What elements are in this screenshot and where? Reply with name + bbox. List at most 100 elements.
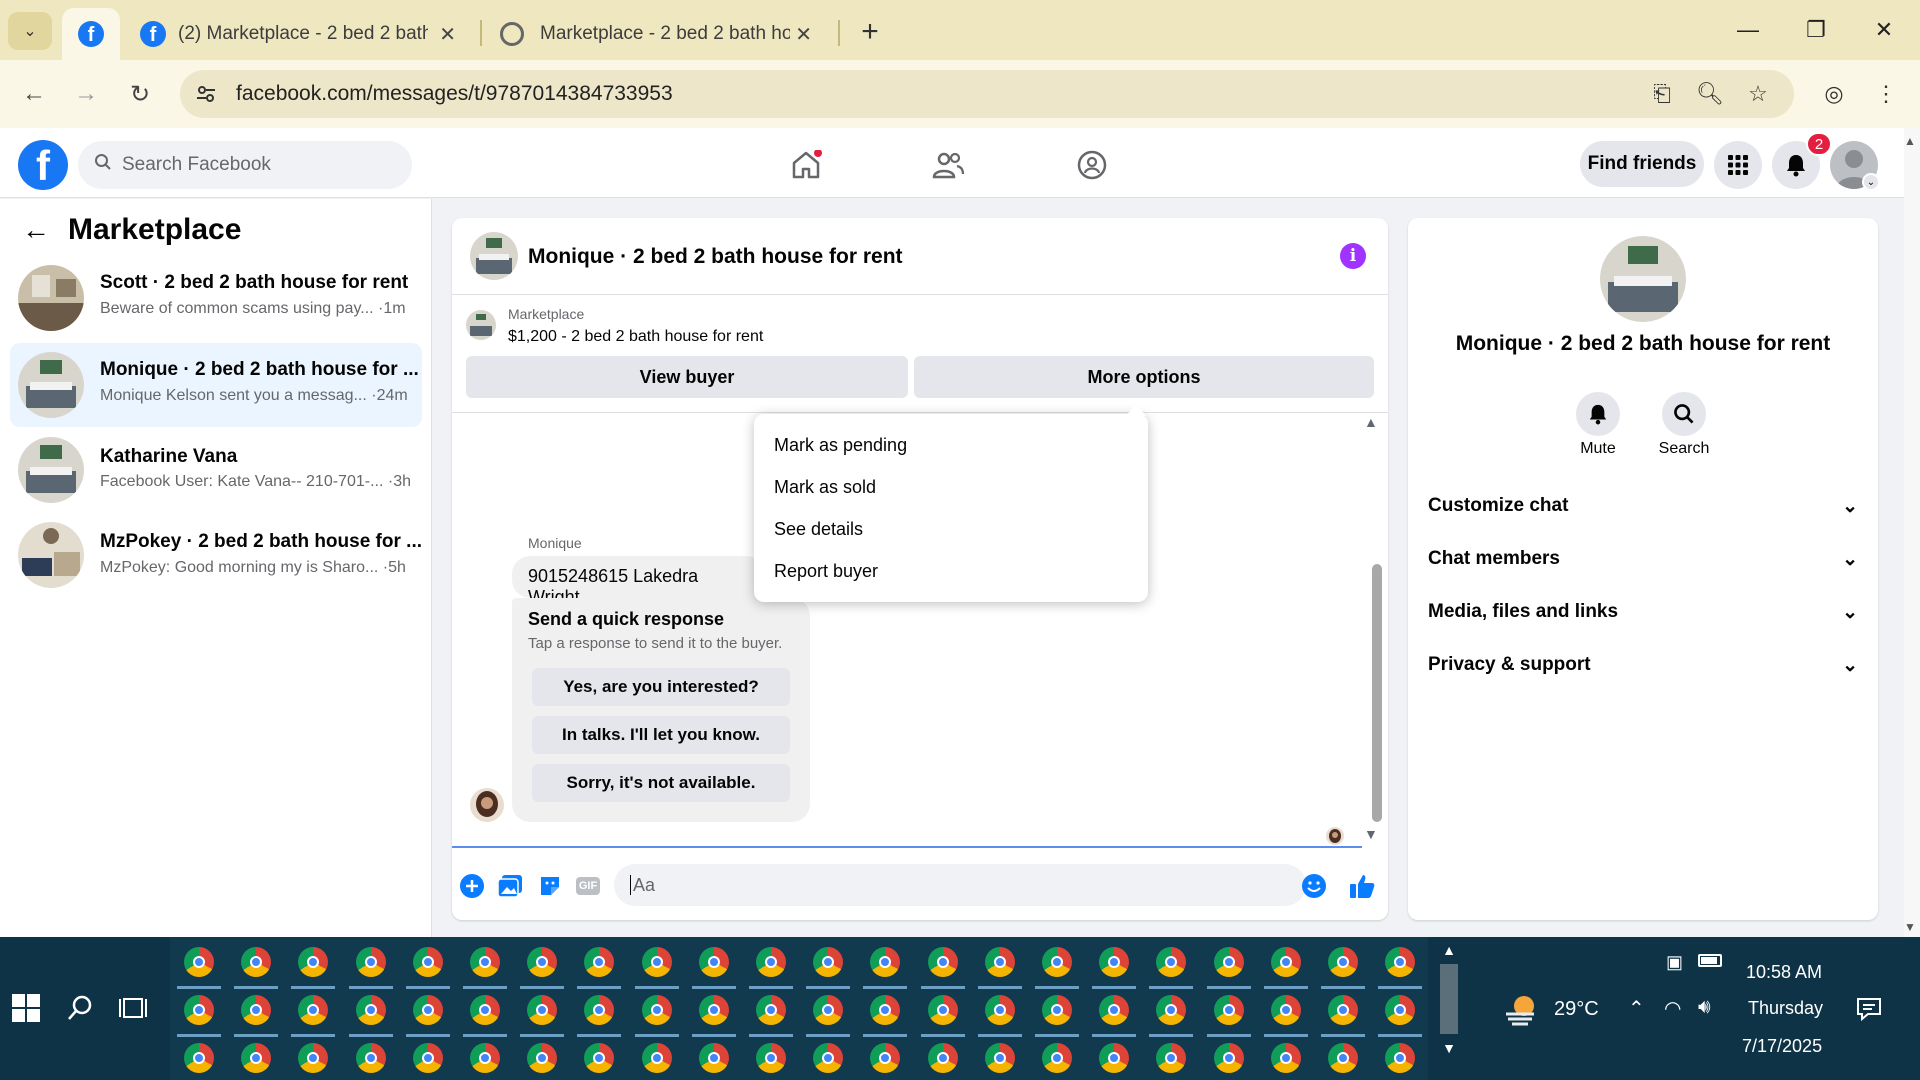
taskbar-browser-icon[interactable]: [1213, 1043, 1244, 1073]
taskbar-search-icon[interactable]: [66, 994, 94, 1027]
conversation-info-icon[interactable]: i: [1340, 243, 1366, 269]
taskbar-browser-icon[interactable]: [1099, 947, 1130, 977]
tab-search-button[interactable]: ⌄: [8, 12, 52, 50]
profile-icon[interactable]: ◎: [1818, 78, 1850, 110]
taskbar-browser-icon[interactable]: [355, 1043, 386, 1073]
conversation-item-monique[interactable]: Monique · 2 bed 2 bath house for ... Mon…: [10, 343, 422, 427]
quick-response-yes[interactable]: Yes, are you interested?: [532, 668, 790, 706]
clock-time[interactable]: 10:58 AM: [1746, 962, 1822, 983]
taskbar-browser-icon[interactable]: [984, 947, 1015, 977]
search-facebook-input[interactable]: Search Facebook: [78, 141, 412, 189]
taskbar-browser-icon[interactable]: [470, 995, 500, 1025]
taskbar-browser-icon[interactable]: [1213, 947, 1244, 977]
quick-response-in-talks[interactable]: In talks. I'll let you know.: [532, 716, 790, 754]
media-files-links-row[interactable]: Media, files and links ⌄: [1428, 592, 1858, 632]
home-nav-icon[interactable]: [776, 142, 836, 188]
chat-title[interactable]: Monique · 2 bed 2 bath house for rent: [528, 245, 903, 269]
taskbar-browser-icon[interactable]: [1156, 1043, 1187, 1073]
taskbar-browser-icon[interactable]: [184, 947, 214, 977]
like-thumbs-up-icon[interactable]: [1348, 872, 1376, 900]
close-tab-icon[interactable]: ✕: [795, 22, 812, 47]
taskbar-browser-icon[interactable]: [1385, 995, 1416, 1025]
add-attachment-icon[interactable]: [458, 872, 486, 900]
menu-grid-icon[interactable]: [1714, 141, 1762, 189]
taskbar-browser-icon[interactable]: [1042, 995, 1072, 1025]
account-chevron-icon[interactable]: ⌄: [1862, 173, 1880, 191]
taskbar-browser-icon[interactable]: [584, 947, 615, 977]
taskbar-browser-icon[interactable]: [756, 947, 786, 977]
taskbar-browser-icon[interactable]: [298, 995, 329, 1025]
back-button[interactable]: ←: [12, 72, 56, 116]
sender-avatar[interactable]: [470, 788, 504, 822]
windows-start-icon[interactable]: [12, 994, 40, 1027]
taskbar-browser-icon[interactable]: [1270, 1043, 1301, 1073]
taskbar-browser-icon[interactable]: [584, 1043, 615, 1073]
taskbar-browser-icon[interactable]: [241, 995, 272, 1025]
privacy-support-row[interactable]: Privacy & support ⌄: [1428, 645, 1858, 685]
zoom-icon[interactable]: 🔍︎: [1694, 78, 1726, 110]
taskbar-browser-icon[interactable]: [756, 995, 786, 1025]
device-icon[interactable]: ▣: [1666, 952, 1683, 973]
taskbar-browser-icon[interactable]: [984, 1043, 1015, 1073]
photo-icon[interactable]: [496, 872, 524, 900]
message-bubble[interactable]: 9015248615 Lakedra Wright: [512, 556, 764, 607]
taskbar-browser-icon[interactable]: [584, 995, 615, 1025]
conversation-item-scott[interactable]: Scott · 2 bed 2 bath house for rent Bewa…: [10, 258, 422, 342]
new-tab-button[interactable]: +: [850, 12, 890, 52]
taskbar-browser-icon[interactable]: [1213, 995, 1244, 1025]
taskbar-browser-icon[interactable]: [1099, 1043, 1130, 1073]
taskbar-browser-icon[interactable]: [184, 1043, 214, 1073]
taskbar-browser-icon[interactable]: [698, 1043, 729, 1073]
search-in-chat-icon[interactable]: [1662, 392, 1706, 436]
customize-chat-row[interactable]: Customize chat ⌄: [1428, 486, 1858, 526]
emoji-icon[interactable]: [1300, 872, 1328, 900]
chat-avatar[interactable]: [470, 232, 518, 280]
taskbar-overflow-scroll[interactable]: ▲ ▼: [1434, 942, 1464, 1076]
gif-icon[interactable]: GIF: [574, 872, 602, 900]
taskbar-browser-icon[interactable]: [641, 947, 672, 977]
menu-see-details[interactable]: See details: [774, 519, 863, 540]
taskbar-browser-icon[interactable]: [870, 995, 901, 1025]
taskbar-browser-icon[interactable]: [698, 995, 729, 1025]
taskbar-browser-icon[interactable]: [641, 995, 672, 1025]
taskbar-browser-icon[interactable]: [412, 1043, 443, 1073]
task-view-icon[interactable]: [118, 994, 148, 1027]
taskbar-browser-icon[interactable]: [470, 947, 500, 977]
back-arrow-icon[interactable]: ←: [22, 214, 50, 246]
bookmark-star-icon[interactable]: ☆: [1742, 78, 1774, 110]
taskbar-browser-icon[interactable]: [927, 947, 958, 977]
taskbar-browser-icon[interactable]: [641, 1043, 672, 1073]
tab-facebook-pinned[interactable]: f: [62, 8, 120, 60]
battery-icon[interactable]: [1698, 954, 1722, 967]
taskbar-browser-icon[interactable]: [813, 995, 844, 1025]
facebook-logo-icon[interactable]: f: [18, 140, 68, 190]
taskbar-browser-icon[interactable]: [1328, 1043, 1358, 1073]
view-buyer-button[interactable]: View buyer: [466, 356, 908, 398]
page-scroll-down-icon[interactable]: ▼: [1904, 920, 1916, 934]
forward-button[interactable]: →: [64, 72, 108, 116]
taskbar-browser-icon[interactable]: [870, 1043, 901, 1073]
friends-nav-icon[interactable]: [918, 142, 978, 188]
taskbar-browser-icon[interactable]: [470, 1043, 500, 1073]
scroll-down-arrow-icon[interactable]: ▼: [1364, 826, 1378, 842]
taskbar-browser-icon[interactable]: [412, 995, 443, 1025]
taskbar-browser-icon[interactable]: [1328, 995, 1358, 1025]
taskbar-browser-icon[interactable]: [756, 1043, 786, 1073]
details-avatar[interactable]: [1600, 236, 1686, 322]
taskbar-browser-icon[interactable]: [184, 995, 214, 1025]
action-center-icon[interactable]: [1856, 996, 1882, 1027]
taskbar-browser-icon[interactable]: [355, 995, 386, 1025]
browser-menu-icon[interactable]: ⋮: [1870, 78, 1902, 110]
install-app-icon[interactable]: ⎗: [1646, 78, 1678, 110]
wifi-icon[interactable]: ◠: [1664, 996, 1681, 1021]
taskbar-browser-icon[interactable]: [1385, 1043, 1416, 1073]
weather-icon[interactable]: [1504, 992, 1540, 1033]
mute-bell-icon[interactable]: [1576, 392, 1620, 436]
taskbar-browser-icon[interactable]: [1156, 995, 1187, 1025]
taskbar-browser-icon[interactable]: [527, 1043, 558, 1073]
taskbar-browser-icon[interactable]: [298, 1043, 329, 1073]
quick-response-not-available[interactable]: Sorry, it's not available.: [532, 764, 790, 802]
taskbar-browser-icon[interactable]: [241, 947, 272, 977]
taskbar-browser-icon[interactable]: [984, 995, 1015, 1025]
reload-button[interactable]: ↻: [118, 72, 162, 116]
